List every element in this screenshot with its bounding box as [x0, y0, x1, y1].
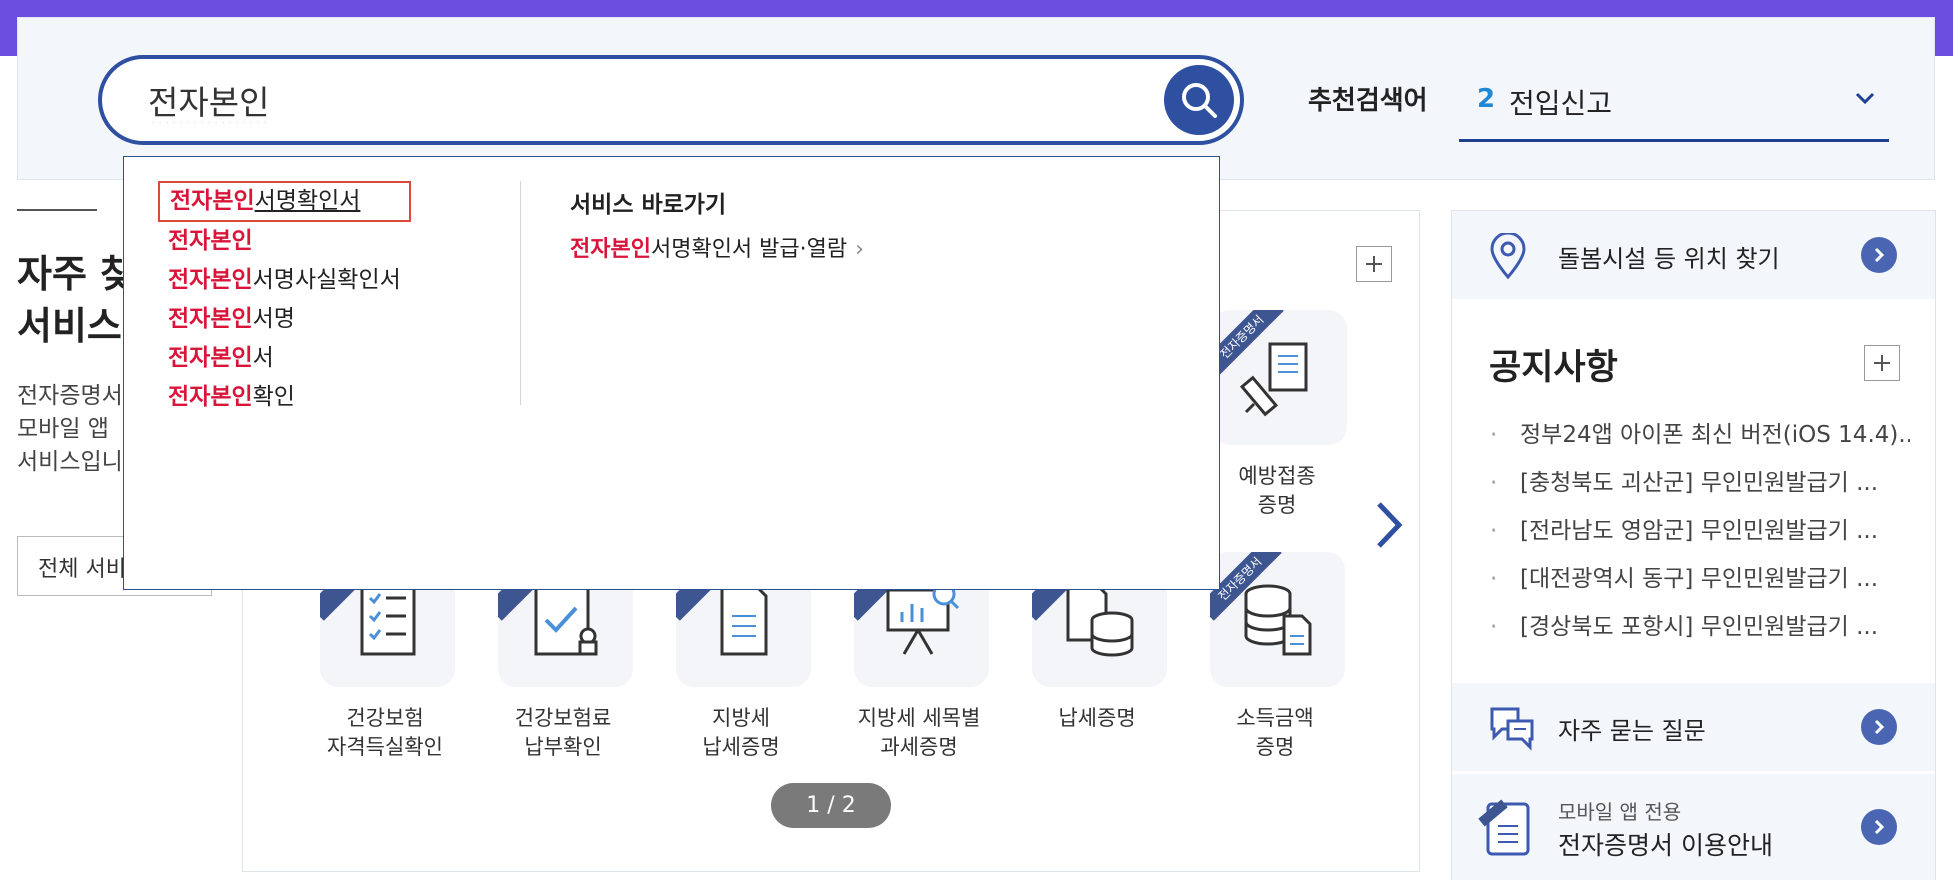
- chevron-right-icon: ›: [855, 237, 864, 262]
- autocomplete-dropdown: 전자본인서명확인서 전자본인 전자본인서명사실확인서 전자본인서명 전자본인서 …: [123, 156, 1220, 590]
- service-label: 납세증명: [1058, 706, 1136, 730]
- notice-list: · 정부24앱 아이폰 최신 버전(iOS 14.4)... · [충청북도 괴산군…: [1490, 411, 1910, 651]
- section-divider: [17, 209, 97, 211]
- clipboard-check-icon: [534, 582, 598, 656]
- plus-icon: [1366, 256, 1382, 272]
- chat-bubbles-icon: [1490, 707, 1534, 751]
- suggestion-item[interactable]: 전자본인: [158, 222, 411, 261]
- service-label: 건강보험료 납부확인: [514, 706, 612, 759]
- database-document-icon: [1244, 584, 1312, 656]
- suggestion-item[interactable]: 전자본인서명사실확인서: [158, 261, 411, 300]
- service-shortcut-link[interactable]: 전자본인서명확인서 발급·열람 ›: [570, 231, 864, 263]
- notice-more-button[interactable]: [1864, 345, 1900, 381]
- notice-item[interactable]: · [경상북도 포항시] 무인민원발급기 ...: [1490, 603, 1910, 651]
- dropdown-divider: [520, 181, 521, 405]
- expand-plus-button[interactable]: [1356, 246, 1392, 282]
- service-label: 소득금액 증명: [1236, 706, 1314, 759]
- chevron-right-icon: [1874, 719, 1885, 735]
- syringe-icon: [1240, 342, 1308, 417]
- search-button[interactable]: [1164, 65, 1234, 135]
- location-finder-link[interactable]: 돌봄시설 등 위치 찾기: [1452, 211, 1935, 299]
- recommended-keyword-select[interactable]: 2 전입신고: [1459, 70, 1889, 142]
- service-icon-box: 전자증명서: [1212, 310, 1347, 445]
- mobile-guide-title: 전자증명서 이용안내: [1558, 831, 1773, 860]
- faq-link[interactable]: 자주 묻는 질문: [1452, 683, 1935, 771]
- suggestion-list: 전자본인서명확인서 전자본인 전자본인서명사실확인서 전자본인서명 전자본인서 …: [158, 181, 411, 417]
- suggestion-item[interactable]: 전자본인서명확인서: [158, 181, 411, 222]
- suggestion-item[interactable]: 전자본인서: [158, 339, 411, 378]
- service-icon-box: 전자증명서: [1210, 552, 1345, 687]
- right-side-panel: 돌봄시설 등 위치 찾기 공지사항 · 정부24앱 아이폰 최신 버전(iOS 1…: [1451, 210, 1936, 880]
- search-box: [98, 55, 1244, 145]
- plus-icon: [1874, 355, 1890, 371]
- notice-item[interactable]: · [전라남도 영암군] 무인민원발급기 ...: [1490, 507, 1910, 555]
- presentation-icon: [886, 582, 960, 655]
- notice-title: 공지사항: [1489, 348, 1618, 388]
- checklist-icon: [360, 582, 416, 656]
- mobile-e-certificate-guide-link[interactable]: 모바일 앱 전용 전자증명서 이용안내: [1452, 774, 1935, 880]
- database-document-icon: [1066, 582, 1134, 657]
- go-arrow-button[interactable]: [1861, 237, 1897, 273]
- service-label: 지방세 납세증명: [702, 706, 780, 759]
- chevron-down-icon[interactable]: [1853, 86, 1877, 110]
- chevron-right-icon: [1874, 247, 1885, 263]
- location-finder-text: 돌봄시설 등 위치 찾기: [1558, 245, 1780, 273]
- map-pin-icon: [1490, 233, 1526, 279]
- notice-item[interactable]: · 정부24앱 아이폰 최신 버전(iOS 14.4)...: [1490, 411, 1910, 459]
- go-arrow-button[interactable]: [1861, 809, 1897, 845]
- document-icon: [720, 582, 768, 656]
- notice-item[interactable]: · [충청북도 괴산군] 무인민원발급기 ...: [1490, 459, 1910, 507]
- carousel-pager: 1 / 2: [771, 783, 891, 828]
- notice-item[interactable]: · [대전광역시 동구] 무인민원발급기 ...: [1490, 555, 1910, 603]
- recommended-term[interactable]: 전입신고: [1509, 82, 1612, 122]
- suggestion-item[interactable]: 전자본인확인: [158, 378, 411, 417]
- go-arrow-button[interactable]: [1861, 709, 1897, 745]
- service-label: 지방세 세목별 과세증명: [857, 706, 981, 759]
- recommended-label: 추천검색어: [1308, 86, 1428, 116]
- suggestion-item[interactable]: 전자본인서명: [158, 300, 411, 339]
- recommended-rank: 2: [1477, 84, 1496, 114]
- faq-text: 자주 묻는 질문: [1558, 717, 1706, 745]
- search-input[interactable]: [148, 77, 1048, 123]
- service-label: 건강보험 자격득실확인: [327, 706, 443, 759]
- search-icon: [1182, 83, 1217, 118]
- chevron-right-icon: [1874, 819, 1885, 835]
- mobile-guide-subtitle: 모바일 앱 전용: [1558, 800, 1682, 824]
- chevron-right-icon[interactable]: [1374, 500, 1404, 550]
- service-shortcut-title: 서비스 바로가기: [570, 192, 727, 218]
- e-certificate-document-icon: [1478, 799, 1530, 856]
